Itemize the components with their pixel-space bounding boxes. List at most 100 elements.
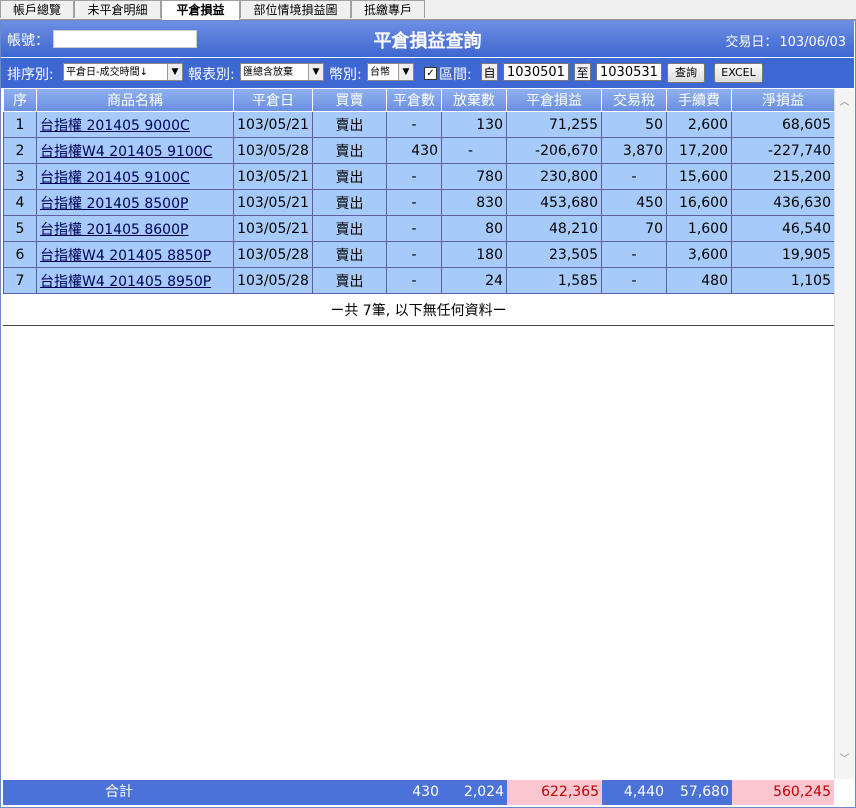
cell-tax: -: [601, 163, 667, 190]
total-close-qty: 430: [412, 784, 439, 800]
cell-side: 賣出: [312, 215, 387, 242]
scroll-up-icon[interactable]: ︿: [835, 93, 854, 108]
cell-abandon-qty: 24: [441, 267, 507, 294]
trade-date-label: 交易日：: [725, 35, 778, 50]
table-row: 4 台指權 201405 8500P 103/05/21 賣出 - 830 45…: [3, 189, 835, 216]
to-label: 至: [574, 63, 591, 81]
cell-pnl: 71,255: [506, 111, 602, 138]
to-date-input[interactable]: 1030531: [596, 63, 662, 81]
cell-close-date: 103/05/28: [233, 137, 313, 164]
cell-fee: 2,600: [666, 111, 732, 138]
currency-select[interactable]: 台幣 ▼: [367, 63, 414, 81]
cell-product: 台指權W4 201405 8850P: [36, 241, 234, 268]
cell-abandon-qty: 130: [441, 111, 507, 138]
product-link[interactable]: 台指權W4 201405 9100C: [40, 144, 213, 160]
chevron-down-icon: ▼: [167, 64, 182, 80]
tab-closed-pnl[interactable]: 平倉損益: [161, 0, 240, 20]
col-header-fee[interactable]: 手續費: [666, 89, 732, 112]
cell-abandon-qty: -: [441, 137, 507, 164]
table-row: 7 台指權W4 201405 8950P 103/05/28 賣出 - 24 1…: [3, 267, 835, 294]
query-button[interactable]: 查詢: [667, 63, 705, 83]
cell-tax: 70: [601, 215, 667, 242]
cell-close-date: 103/05/28: [233, 241, 313, 268]
from-date-input[interactable]: 1030501: [503, 63, 569, 81]
sort-select[interactable]: 平倉日-成交時間↓ ▼: [63, 63, 183, 81]
cell-tax: -: [601, 241, 667, 268]
cell-side: 賣出: [312, 267, 387, 294]
col-header-pnl[interactable]: 平倉損益: [506, 89, 602, 112]
tab-position-scenario[interactable]: 部位情境損益圖: [240, 0, 351, 18]
currency-select-value: 台幣: [370, 67, 390, 78]
cell-net: 215,200: [731, 163, 835, 190]
product-link[interactable]: 台指權W4 201405 8850P: [40, 248, 211, 264]
cell-pnl: 1,585: [506, 267, 602, 294]
cell-side: 賣出: [312, 163, 387, 190]
cell-fee: 17,200: [666, 137, 732, 164]
cell-tax: 3,870: [601, 137, 667, 164]
table-footnote: ー共 7筆, 以下無任何資料ー: [3, 297, 834, 326]
table-header-row: 序 商品名稱 平倉日 買賣 平倉數 放棄數 平倉損益 交易稅 手續費 淨損益: [3, 89, 835, 112]
total-pnl: 622,365: [507, 780, 602, 805]
col-header-product[interactable]: 商品名稱: [36, 89, 234, 112]
total-net: 560,245: [732, 780, 834, 805]
report-select[interactable]: 匯總含放棄 ▼: [240, 63, 324, 81]
cell-net: 19,905: [731, 241, 835, 268]
col-header-net[interactable]: 淨損益: [731, 89, 835, 112]
cell-close-date: 103/05/21: [233, 215, 313, 242]
cell-product: 台指權 201405 9100C: [36, 163, 234, 190]
product-link[interactable]: 台指權 201405 8600P: [40, 222, 188, 238]
col-header-tax[interactable]: 交易稅: [601, 89, 667, 112]
cell-side: 賣出: [312, 241, 387, 268]
cell-close-qty: -: [386, 267, 442, 294]
product-link[interactable]: 台指權 201405 8500P: [40, 196, 188, 212]
product-link[interactable]: 台指權 201405 9000C: [40, 118, 190, 134]
currency-label: 幣別:: [329, 67, 362, 83]
from-label: 自: [481, 63, 498, 81]
cell-seq: 6: [3, 241, 37, 268]
cell-close-qty: -: [386, 111, 442, 138]
sort-select-value: 平倉日-成交時間↓: [66, 67, 148, 78]
cell-product: 台指權 201405 9000C: [36, 111, 234, 138]
cell-pnl: -206,670: [506, 137, 602, 164]
col-header-side[interactable]: 買賣: [312, 89, 387, 112]
page-header: 帳號： 平倉損益查詢 交易日： 103/06/03: [1, 21, 854, 57]
trade-date-value: 103/06/03: [779, 35, 846, 50]
cell-close-date: 103/05/21: [233, 189, 313, 216]
range-checkbox[interactable]: ✓: [424, 67, 437, 80]
scroll-down-icon[interactable]: ﹀: [835, 750, 854, 765]
product-link[interactable]: 台指權 201405 9100C: [40, 170, 190, 186]
product-link[interactable]: 台指權W4 201405 8950P: [40, 274, 211, 290]
cell-close-date: 103/05/21: [233, 111, 313, 138]
col-header-seq[interactable]: 序: [3, 89, 37, 112]
cell-tax: 50: [601, 111, 667, 138]
vertical-scrollbar[interactable]: ︿ ﹀: [834, 89, 854, 779]
total-fee: 57,680: [680, 784, 729, 800]
report-label: 報表別:: [188, 67, 235, 83]
cell-net: 436,630: [731, 189, 835, 216]
chevron-down-icon: ▼: [308, 64, 323, 80]
cell-net: 46,540: [731, 215, 835, 242]
total-abandon-qty: 2,024: [463, 784, 504, 800]
cell-product: 台指權W4 201405 8950P: [36, 267, 234, 294]
table-row: 3 台指權 201405 9100C 103/05/21 賣出 - 780 23…: [3, 163, 835, 190]
excel-button[interactable]: EXCEL: [714, 63, 763, 83]
cell-net: 1,105: [731, 267, 835, 294]
cell-close-qty: -: [386, 215, 442, 242]
sort-label: 排序別:: [7, 67, 54, 83]
tab-collateral-account[interactable]: 抵繳專戶: [351, 0, 425, 18]
cell-side: 賣出: [312, 111, 387, 138]
cell-fee: 3,600: [666, 241, 732, 268]
cell-product: 台指權W4 201405 9100C: [36, 137, 234, 164]
col-header-abandon-qty[interactable]: 放棄數: [441, 89, 507, 112]
cell-fee: 1,600: [666, 215, 732, 242]
cell-net: -227,740: [731, 137, 835, 164]
table-row: 5 台指權 201405 8600P 103/05/21 賣出 - 80 48,…: [3, 215, 835, 242]
tab-account-overview[interactable]: 帳戶總覽: [0, 0, 74, 18]
cell-abandon-qty: 80: [441, 215, 507, 242]
cell-seq: 5: [3, 215, 37, 242]
cell-seq: 3: [3, 163, 37, 190]
col-header-close-date[interactable]: 平倉日: [233, 89, 313, 112]
cell-product: 台指權 201405 8500P: [36, 189, 234, 216]
col-header-close-qty[interactable]: 平倉數: [386, 89, 442, 112]
tab-open-positions[interactable]: 未平倉明細: [74, 0, 161, 18]
